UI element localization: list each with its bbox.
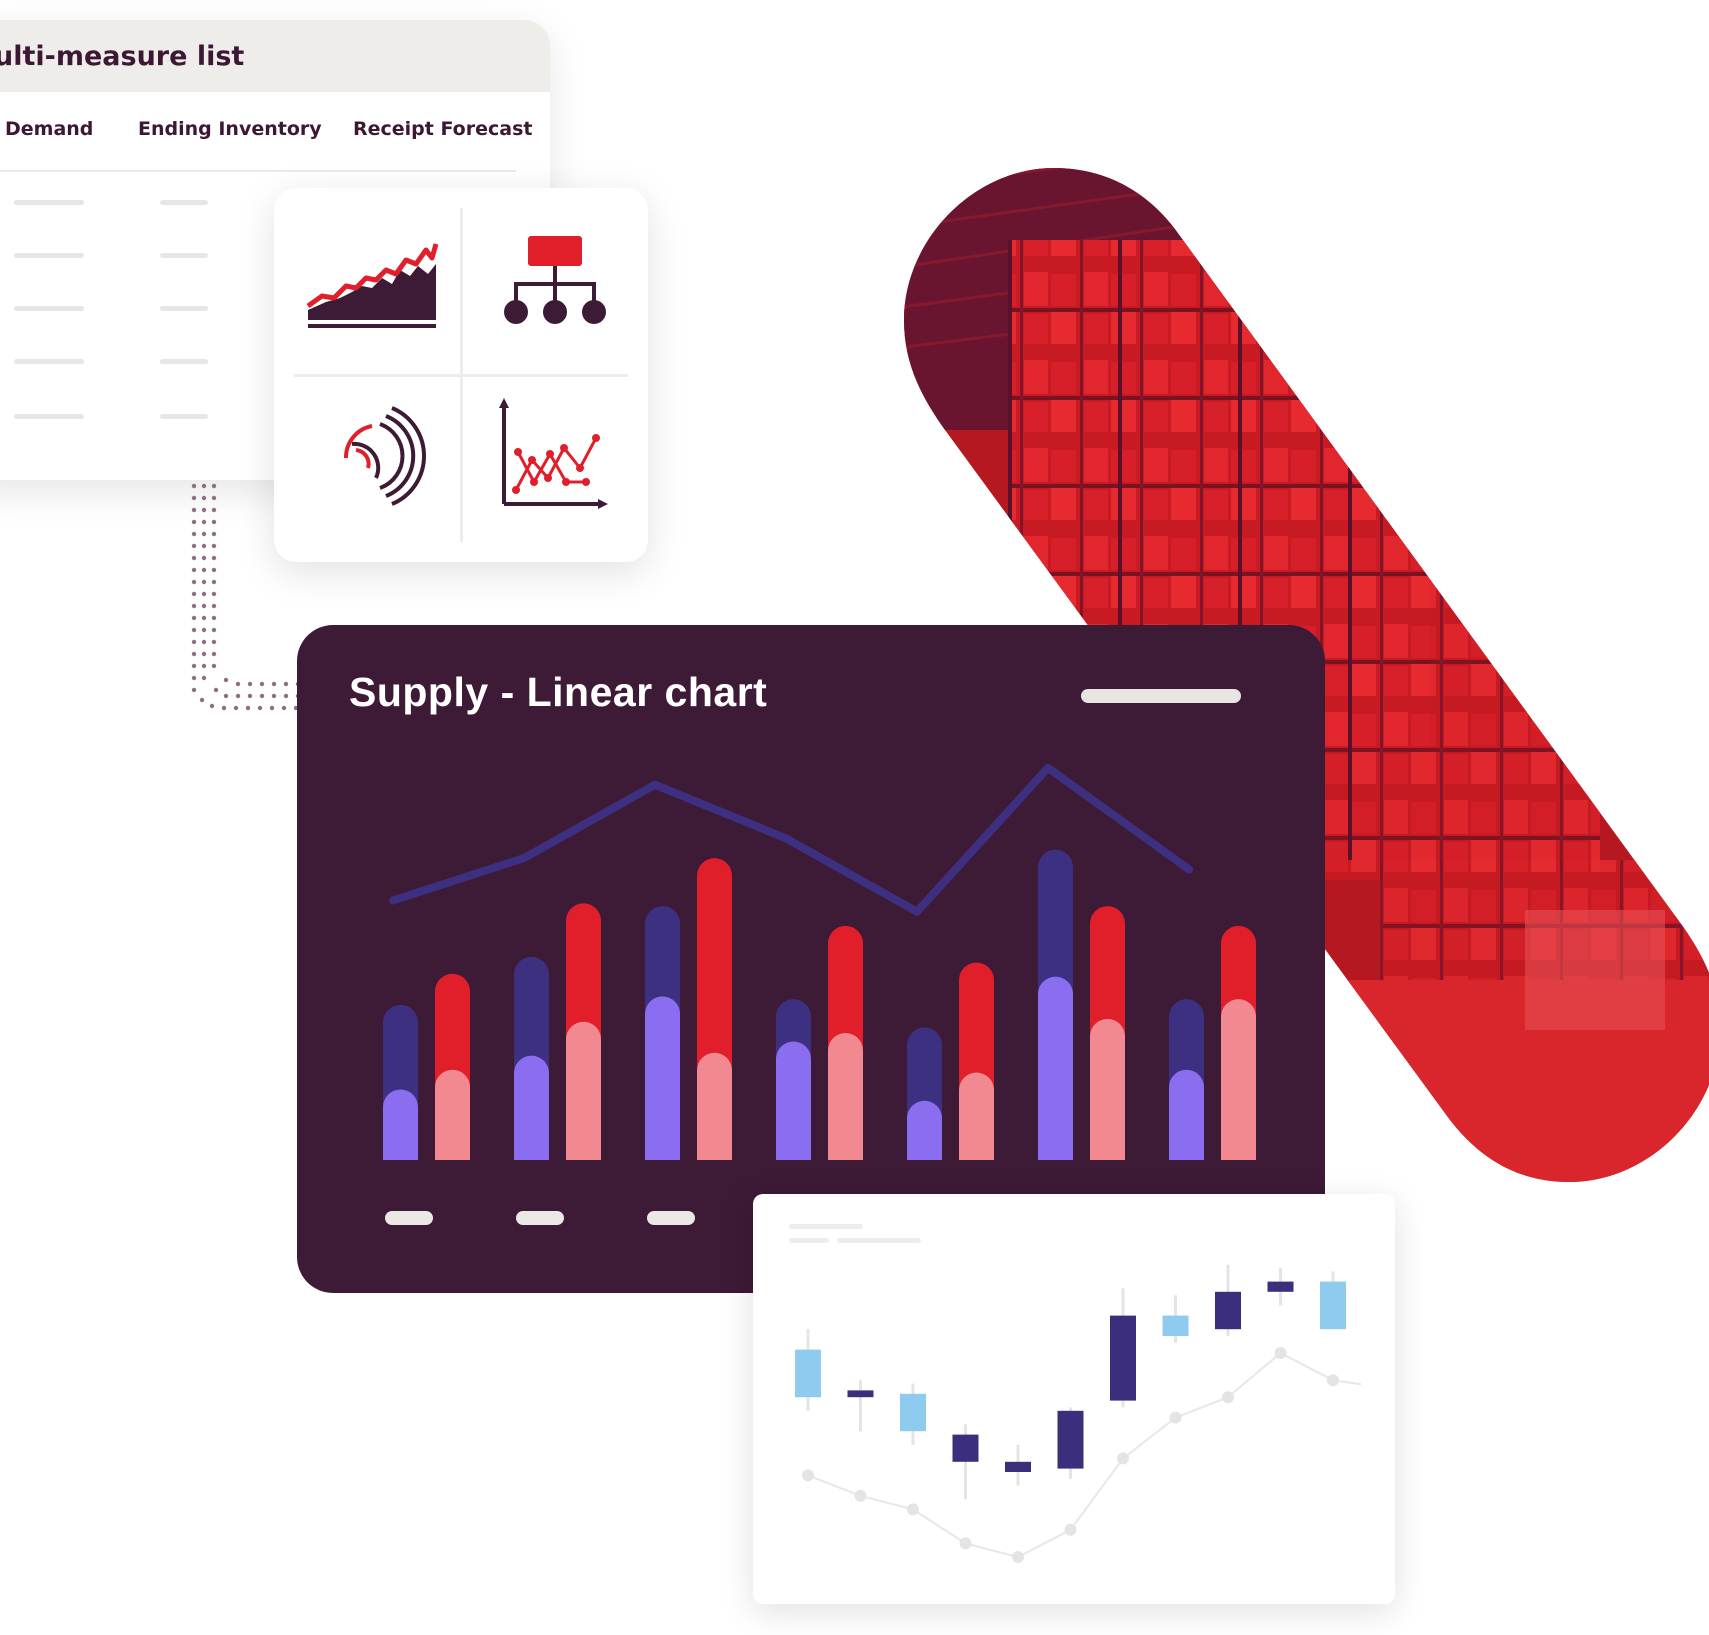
hierarchy-tree-icon[interactable] [472,228,622,378]
bar-series-4 [959,1072,994,1160]
line-scatter-chart-icon[interactable] [472,398,622,548]
radial-spiral-chart-icon[interactable] [296,398,446,548]
bar-series-2 [383,1089,418,1160]
candlestick-chart-card [753,1194,1395,1604]
x-tick-label-placeholder [516,1211,564,1225]
overlay-point [1222,1391,1234,1404]
bar-series-4 [828,1033,863,1160]
bar-series-4 [566,1021,601,1160]
column-header-demand[interactable]: Demand [5,118,93,140]
candle-body [795,1349,821,1398]
candle-body [847,1390,874,1398]
overlay-point [802,1469,814,1482]
bar-series-2 [1038,976,1073,1160]
candle-body [1005,1461,1031,1472]
candle-body [1320,1281,1346,1330]
supply-linear-chart-card: Supply - Linear chart [297,625,1325,1293]
candlestick-chart [795,1264,1362,1563]
bar-series-4 [1221,999,1256,1160]
overlay-point [1169,1411,1182,1424]
overlay-point [1274,1347,1287,1359]
bar-series-4 [697,1052,732,1160]
overlay-point [1327,1374,1339,1387]
bar-series-2 [907,1100,942,1160]
column-header-receipt-forecast[interactable]: Receipt Forecast [353,118,532,140]
column-header-ending-inventory[interactable]: Ending Inventory [138,118,322,140]
candle-body [1215,1291,1241,1330]
x-tick-label-placeholder [385,1211,433,1225]
supply-bar-chart [383,763,1256,1160]
candle-body [1267,1281,1294,1292]
x-tick-label-placeholder [647,1211,695,1225]
chart-types-icon-card [274,188,648,562]
bar-series-2 [1169,1069,1204,1160]
overlay-line [807,1351,1362,1559]
candle-body [1110,1315,1136,1401]
area-trend-chart-icon[interactable] [296,218,446,368]
list-card-header: ulti-measure list [0,20,550,92]
overlay-point [1117,1452,1129,1465]
candle-body [900,1393,926,1432]
candle-body [1057,1410,1084,1469]
overlay-point [1064,1523,1077,1536]
candle-body [952,1434,979,1462]
overlay-point [907,1503,919,1516]
list-column-headers: Demand Ending Inventory Receipt Forecast [0,92,532,172]
candle-body [1162,1315,1189,1336]
overlay-point [959,1537,972,1550]
bar-series-4 [435,1069,470,1160]
overlay-point [1012,1551,1024,1563]
bar-series-2 [514,1055,549,1160]
bar-series-4 [1090,1018,1125,1160]
overlay-point [854,1489,867,1502]
list-card-title: ulti-measure list [0,40,245,72]
bar-series-2 [776,1041,811,1160]
bar-series-2 [645,996,680,1160]
